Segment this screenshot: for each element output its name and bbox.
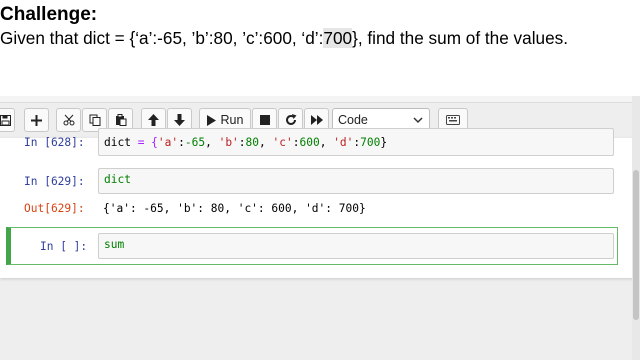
prompt-text-start: Given that dict = {‘a’:-65, ’b’:80, ’c’:… xyxy=(0,28,324,48)
code-token: } xyxy=(380,136,388,149)
copy-icon xyxy=(89,114,100,126)
code-line: sum xyxy=(104,238,125,251)
code-token: : xyxy=(178,136,185,149)
code-cell-input[interactable]: dict xyxy=(98,168,614,194)
code-line: dict = {'a':-65, 'b':80, 'c':600, 'd':70… xyxy=(104,136,387,149)
code-token: 'd' xyxy=(333,136,354,149)
save-button[interactable] xyxy=(0,108,15,132)
code-token: 'b' xyxy=(218,136,239,149)
code-cell-input[interactable]: sum xyxy=(98,233,614,259)
prompt-text-end: }, find the sum of the values. xyxy=(352,28,569,48)
code-token: 'a' xyxy=(157,136,179,149)
code-token: -65 xyxy=(184,136,206,149)
challenge-heading: Challenge: xyxy=(0,4,98,25)
input-prompt: In [ ]: xyxy=(40,240,88,253)
arrow-down-icon xyxy=(174,114,185,126)
cut-button[interactable] xyxy=(56,108,81,132)
run-label: Run xyxy=(220,113,244,127)
code-token: , xyxy=(259,136,273,149)
challenge-prompt: Given that dict = {‘a’:-65, ’b’:80, ’c’:… xyxy=(0,28,568,49)
code-token: = { xyxy=(130,136,158,149)
menu-strip xyxy=(0,96,640,103)
code-token: , xyxy=(205,136,219,149)
input-prompt: In [628]: xyxy=(24,136,85,149)
output-prompt: Out[629]: xyxy=(24,202,85,215)
input-prompt: In [629]: xyxy=(24,175,85,188)
code-token: 600 xyxy=(299,136,320,149)
play-icon xyxy=(206,114,216,126)
save-icon xyxy=(0,114,11,126)
chevron-down-icon xyxy=(413,117,423,124)
plus-icon xyxy=(31,114,42,126)
code-token: dict xyxy=(104,136,131,149)
paste-icon xyxy=(115,114,126,126)
scrollbar-thumb[interactable] xyxy=(633,170,639,320)
insert-cell-button[interactable] xyxy=(24,108,49,132)
fast-forward-icon xyxy=(310,115,323,125)
code-token: 700 xyxy=(360,136,381,149)
arrow-up-icon xyxy=(148,114,159,126)
scissors-icon xyxy=(63,114,74,126)
code-cell-input[interactable]: dict = {'a':-65, 'b':80, 'c':600, 'd':70… xyxy=(98,128,614,156)
code-line: dict xyxy=(104,173,131,186)
cell-output: {'a': -65, 'b': 80, 'c': 600, 'd': 700} xyxy=(103,202,366,215)
keyboard-icon xyxy=(446,115,460,125)
code-token: , xyxy=(319,136,334,149)
cell-type-value: Code xyxy=(338,113,368,127)
code-token: 80 xyxy=(245,136,260,149)
stop-icon xyxy=(259,115,270,125)
code-token: 'c' xyxy=(272,136,293,149)
code-token: : xyxy=(238,136,246,149)
prompt-highlight: 700 xyxy=(323,28,353,48)
restart-icon xyxy=(285,114,296,125)
